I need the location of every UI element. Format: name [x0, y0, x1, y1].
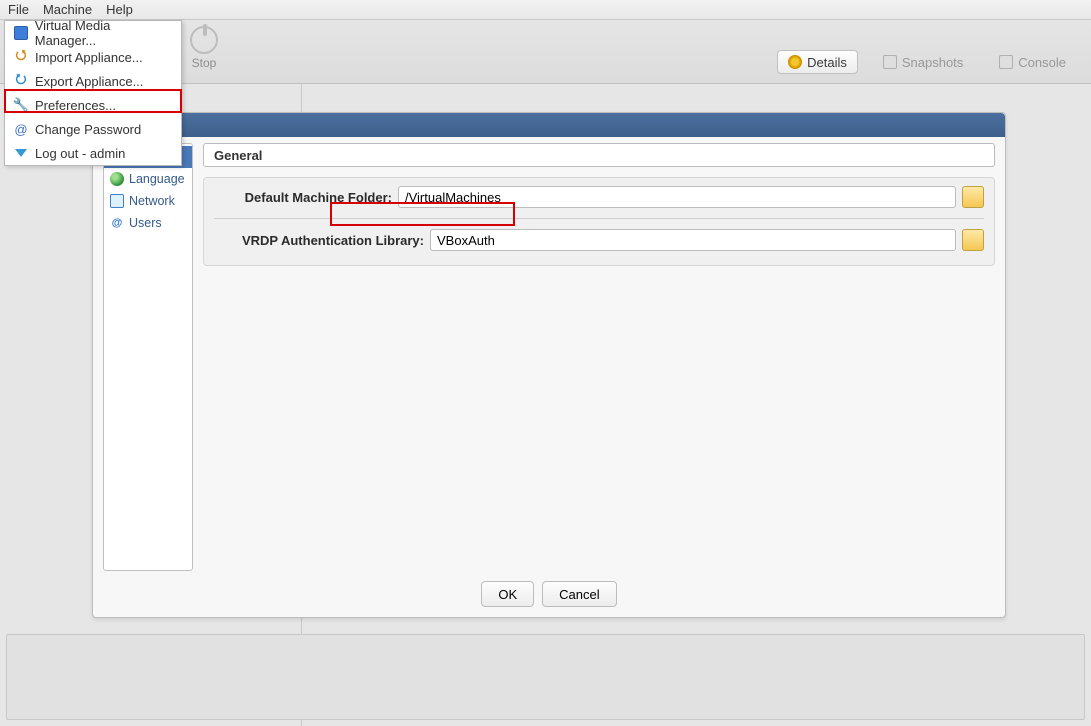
menubar: File Machine Help: [0, 0, 1091, 20]
power-icon: [190, 26, 218, 54]
menu-machine[interactable]: Machine: [43, 2, 92, 17]
menu-item-import-appliance[interactable]: ⭯ Import Appliance...: [5, 45, 181, 69]
menu-item-virtual-media-manager[interactable]: Virtual Media Manager...: [5, 21, 181, 45]
dialog-body: General Language Network @ Users General…: [103, 143, 995, 571]
snapshots-label: Snapshots: [902, 55, 963, 70]
browse-folder-button[interactable]: [962, 186, 984, 208]
sidebar-item-language[interactable]: Language: [104, 168, 192, 190]
menu-item-label: Export Appliance...: [35, 74, 143, 89]
wrench-icon: 🔧: [13, 97, 29, 113]
details-button[interactable]: Details: [777, 50, 858, 74]
toolbar-right-group: Details Snapshots Console: [777, 50, 1077, 74]
default-folder-row: Default Machine Folder:: [214, 186, 984, 208]
default-folder-label: Default Machine Folder:: [214, 190, 392, 205]
snapshots-button[interactable]: Snapshots: [872, 50, 974, 74]
fields-panel: Default Machine Folder: VRDP Authenticat…: [203, 177, 995, 266]
divider: [214, 218, 984, 219]
file-menu-dropdown: Virtual Media Manager... ⭯ Import Applia…: [4, 20, 182, 166]
logout-icon: [13, 145, 29, 161]
menu-item-logout[interactable]: Log out - admin: [5, 141, 181, 165]
console-icon: [999, 55, 1013, 69]
sidebar-item-label: Language: [129, 172, 185, 186]
sidebar-item-label: Network: [129, 194, 175, 208]
details-icon: [788, 55, 802, 69]
network-icon: [110, 194, 124, 208]
menu-item-change-password[interactable]: @ Change Password: [5, 117, 181, 141]
stop-label: Stop: [190, 56, 218, 70]
menu-file[interactable]: File: [8, 2, 29, 17]
users-icon: @: [110, 216, 124, 230]
snapshots-icon: [883, 55, 897, 69]
console-label: Console: [1018, 55, 1066, 70]
menu-item-label: Preferences...: [35, 98, 116, 113]
ok-button[interactable]: OK: [481, 581, 534, 607]
preferences-content: General Default Machine Folder: VRDP Aut…: [203, 143, 995, 571]
sidebar-item-network[interactable]: Network: [104, 190, 192, 212]
menu-item-label: Change Password: [35, 122, 141, 137]
menu-item-preferences[interactable]: 🔧 Preferences...: [5, 93, 181, 117]
vrdp-label: VRDP Authentication Library:: [214, 233, 424, 248]
disk-icon: [13, 25, 29, 41]
cancel-button[interactable]: Cancel: [542, 581, 616, 607]
default-folder-input[interactable]: [398, 186, 956, 208]
status-bar: [6, 634, 1085, 720]
console-button[interactable]: Console: [988, 50, 1077, 74]
section-heading: General: [203, 143, 995, 167]
menu-item-label: Import Appliance...: [35, 50, 143, 65]
preferences-dialog: nces General Language Network @ Users Ge…: [92, 112, 1006, 618]
dialog-footer: OK Cancel: [93, 581, 1005, 607]
menu-help[interactable]: Help: [106, 2, 133, 17]
export-icon: ⭮: [13, 73, 29, 89]
menu-item-label: Log out - admin: [35, 146, 125, 161]
stop-button[interactable]: Stop: [190, 26, 218, 70]
import-icon: ⭯: [13, 49, 29, 65]
menu-item-label: Virtual Media Manager...: [35, 18, 173, 48]
menu-item-export-appliance[interactable]: ⭮ Export Appliance...: [5, 69, 181, 93]
sidebar-item-label: Users: [129, 216, 162, 230]
sidebar-item-users[interactable]: @ Users: [104, 212, 192, 234]
dialog-title: nces: [93, 113, 1005, 137]
globe-icon: [110, 172, 124, 186]
vrdp-row: VRDP Authentication Library:: [214, 229, 984, 251]
browse-vrdp-button[interactable]: [962, 229, 984, 251]
vrdp-input[interactable]: [430, 229, 956, 251]
at-icon: @: [13, 121, 29, 137]
preferences-sidebar: General Language Network @ Users: [103, 143, 193, 571]
details-label: Details: [807, 55, 847, 70]
